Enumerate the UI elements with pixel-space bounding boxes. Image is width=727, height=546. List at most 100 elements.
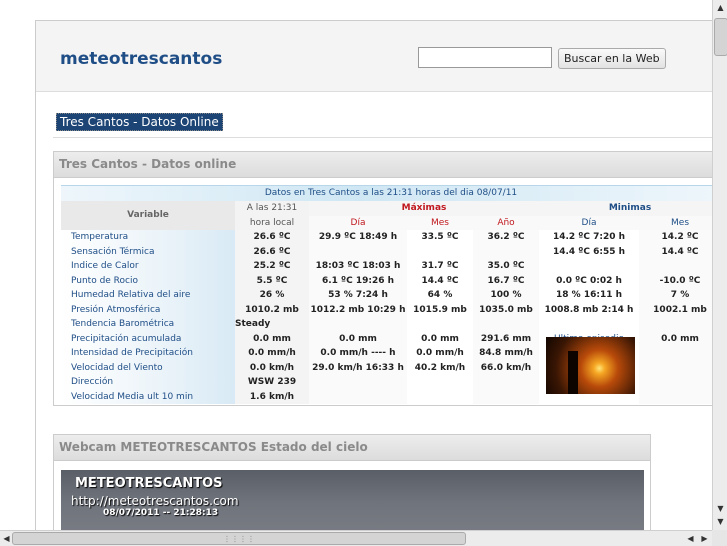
- now-value: 25.2 ºC: [235, 259, 309, 274]
- table-row: Humedad Relativa del aire 26 % 53 % 7:24 h…: [61, 288, 712, 303]
- scroll-down-icon[interactable]: ▼: [714, 515, 727, 528]
- webcam-panel-title: Webcam METEOTRESCANTOS Estado del cielo: [54, 435, 650, 461]
- tres-cantos-link[interactable]: Tres Cantos - Datos Online: [56, 113, 223, 131]
- maximas-header: Máximas: [309, 201, 540, 216]
- webcam-overlay-url: http://meteotrescantos.com: [71, 494, 239, 508]
- min-mes-value: [639, 375, 712, 390]
- max-mes-value: 31.7 ºC: [421, 261, 459, 271]
- max-dia-value: 18:03 ºC 18:03 h: [309, 259, 407, 274]
- search-web-button[interactable]: Buscar en la Web: [558, 48, 666, 69]
- variable-name[interactable]: Presión Atmosférica: [61, 302, 235, 317]
- scroll-left-icon[interactable]: ◀: [684, 532, 697, 545]
- min-dia-header: Día: [539, 215, 640, 230]
- max-mes-header: Mes: [407, 215, 473, 230]
- now-header-line2: hora local: [235, 215, 309, 230]
- horizontal-scroll-thumb[interactable]: ⋮⋮⋮⋮: [12, 532, 466, 545]
- online-data-panel: Tres Cantos - Datos online Datos en Tres…: [53, 151, 712, 406]
- webcam-overlay-title: METEOTRESCANTOS: [75, 476, 223, 491]
- now-value: 26.6 ºC: [235, 230, 309, 245]
- min-mes-value: [639, 360, 712, 375]
- min-mes-header: Mes: [639, 215, 712, 230]
- max-dia-value: 0.0 mm: [309, 331, 407, 346]
- max-anio-value: 35.0 ºC: [473, 259, 540, 274]
- now-value: 0.0 km/h: [235, 360, 309, 375]
- variable-name[interactable]: Tendencia Barométrica: [61, 317, 235, 332]
- max-mes-value: 14.4 ºC: [421, 275, 459, 286]
- now-value: 26 %: [235, 288, 309, 303]
- min-mes-value: [639, 259, 712, 274]
- max-dia-value: 1012.2 mb 10:29 h: [309, 302, 407, 317]
- variable-name[interactable]: Precipitación acumulada: [61, 331, 235, 346]
- divider: [53, 137, 712, 138]
- max-anio-value: [473, 317, 540, 332]
- max-mes-value: [407, 375, 473, 390]
- minimas-header: Minimas: [539, 201, 712, 216]
- max-anio-value: 84.8 mm/h: [473, 346, 540, 361]
- search-input[interactable]: [418, 47, 552, 68]
- webcam-overlay-time: 08/07/2011 -- 21:28:13: [103, 508, 219, 518]
- max-mes-value: [407, 245, 473, 260]
- now-value: 26.6 ºC: [235, 244, 309, 259]
- max-anio-value: 291.6 mm: [473, 331, 540, 346]
- photo-silhouette: [568, 351, 578, 394]
- min-dia-value: 18 % 16:11 h: [556, 290, 623, 300]
- min-dia-value: [539, 259, 639, 274]
- max-dia-value: 29.0 km/h 16:33 h: [309, 360, 407, 375]
- table-row: Tendencia Barométrica Steady: [61, 317, 712, 332]
- site-title[interactable]: meteotrescantos: [60, 49, 222, 69]
- webcam-panel: Webcam METEOTRESCANTOS Estado del cielo …: [53, 434, 651, 530]
- scroll-right-icon[interactable]: ▶: [698, 532, 711, 545]
- max-dia-value: 53 % 7:24 h: [309, 288, 407, 303]
- variable-name[interactable]: Velocidad del Viento: [61, 360, 235, 375]
- variable-name[interactable]: Indice de Calor: [61, 259, 235, 274]
- max-mes-value: 33.5 ºC: [421, 232, 459, 242]
- online-data-panel-title: Tres Cantos - Datos online: [54, 152, 712, 178]
- min-mes-value: 14.4 ºC: [639, 244, 712, 259]
- horizontal-scrollbar[interactable]: ◀ ⋮⋮⋮⋮ ◀ ▶: [0, 530, 712, 546]
- now-value: 1010.2 mb: [235, 302, 309, 317]
- min-mes-value: 0.0 mm: [639, 331, 712, 346]
- table-row: Temperatura 26.6 ºC 29.9 ºC 18:49 h 33.5 ºC…: [61, 230, 712, 245]
- now-value: 0.0 mm: [235, 331, 309, 346]
- variable-name[interactable]: Dirección: [61, 375, 235, 390]
- max-anio-value: 1035.0 mb: [473, 302, 540, 317]
- max-dia-value: [309, 244, 407, 259]
- min-dia-value: 14.4 ºC 6:55 h: [552, 246, 626, 257]
- scrollbar-corner: [712, 530, 727, 545]
- max-mes-value: [407, 390, 473, 405]
- max-dia-value: 6.1 ºC 19:26 h: [309, 273, 407, 288]
- last-episode-photo[interactable]: [546, 337, 635, 394]
- scroll-grip-icon: ⋮⋮⋮⋮: [223, 534, 255, 543]
- scroll-up-icon[interactable]: ▲: [714, 1, 727, 14]
- variable-name[interactable]: Temperatura: [61, 230, 235, 245]
- min-dia-value: 0.0 ºC 0:02 h: [556, 275, 622, 286]
- min-mes-value: -10.0 ºC: [639, 273, 712, 288]
- variable-name[interactable]: Sensación Térmica: [61, 244, 235, 259]
- max-anio-value: 100 %: [473, 288, 540, 303]
- variable-name[interactable]: Intensidad de Precipitación: [61, 346, 235, 361]
- max-mes-value: 0.0 mm/h: [416, 348, 464, 358]
- scroll-down-icon[interactable]: ▼: [714, 502, 727, 515]
- min-mes-value: [639, 346, 712, 361]
- table-row: Punto de Rocio 5.5 ºC 6.1 ºC 19:26 h 14.4 º…: [61, 273, 712, 288]
- variable-name[interactable]: Punto de Rocio: [61, 273, 235, 288]
- max-anio-value: 66.0 km/h: [473, 360, 540, 375]
- now-value: 0.0 mm/h: [235, 346, 309, 361]
- min-dia-value: 14.2 ºC 7:20 h: [552, 232, 626, 242]
- webcam-image[interactable]: METEOTRESCANTOS http://meteotrescantos.c…: [61, 470, 644, 530]
- max-dia-value: [309, 389, 407, 404]
- variable-name[interactable]: Velocidad Media ult 10 min: [61, 389, 235, 404]
- max-anio-value: 36.2 ºC: [473, 230, 540, 245]
- max-anio-value: [473, 375, 540, 390]
- min-mes-value: [639, 317, 712, 332]
- max-anio-value: 16.7 ºC: [473, 273, 540, 288]
- vertical-scroll-thumb[interactable]: [714, 18, 727, 56]
- max-anio-header: Año: [473, 215, 540, 230]
- variable-name[interactable]: Humedad Relativa del aire: [61, 288, 235, 303]
- min-mes-value: 1002.1 mb: [639, 302, 712, 317]
- max-dia-value: [309, 375, 407, 390]
- vertical-scrollbar[interactable]: ▲ ▼ ▼: [712, 0, 727, 530]
- max-mes-value: 64 %: [427, 290, 453, 300]
- now-value: Steady: [235, 317, 309, 332]
- max-mes-value: 0.0 mm: [421, 333, 459, 344]
